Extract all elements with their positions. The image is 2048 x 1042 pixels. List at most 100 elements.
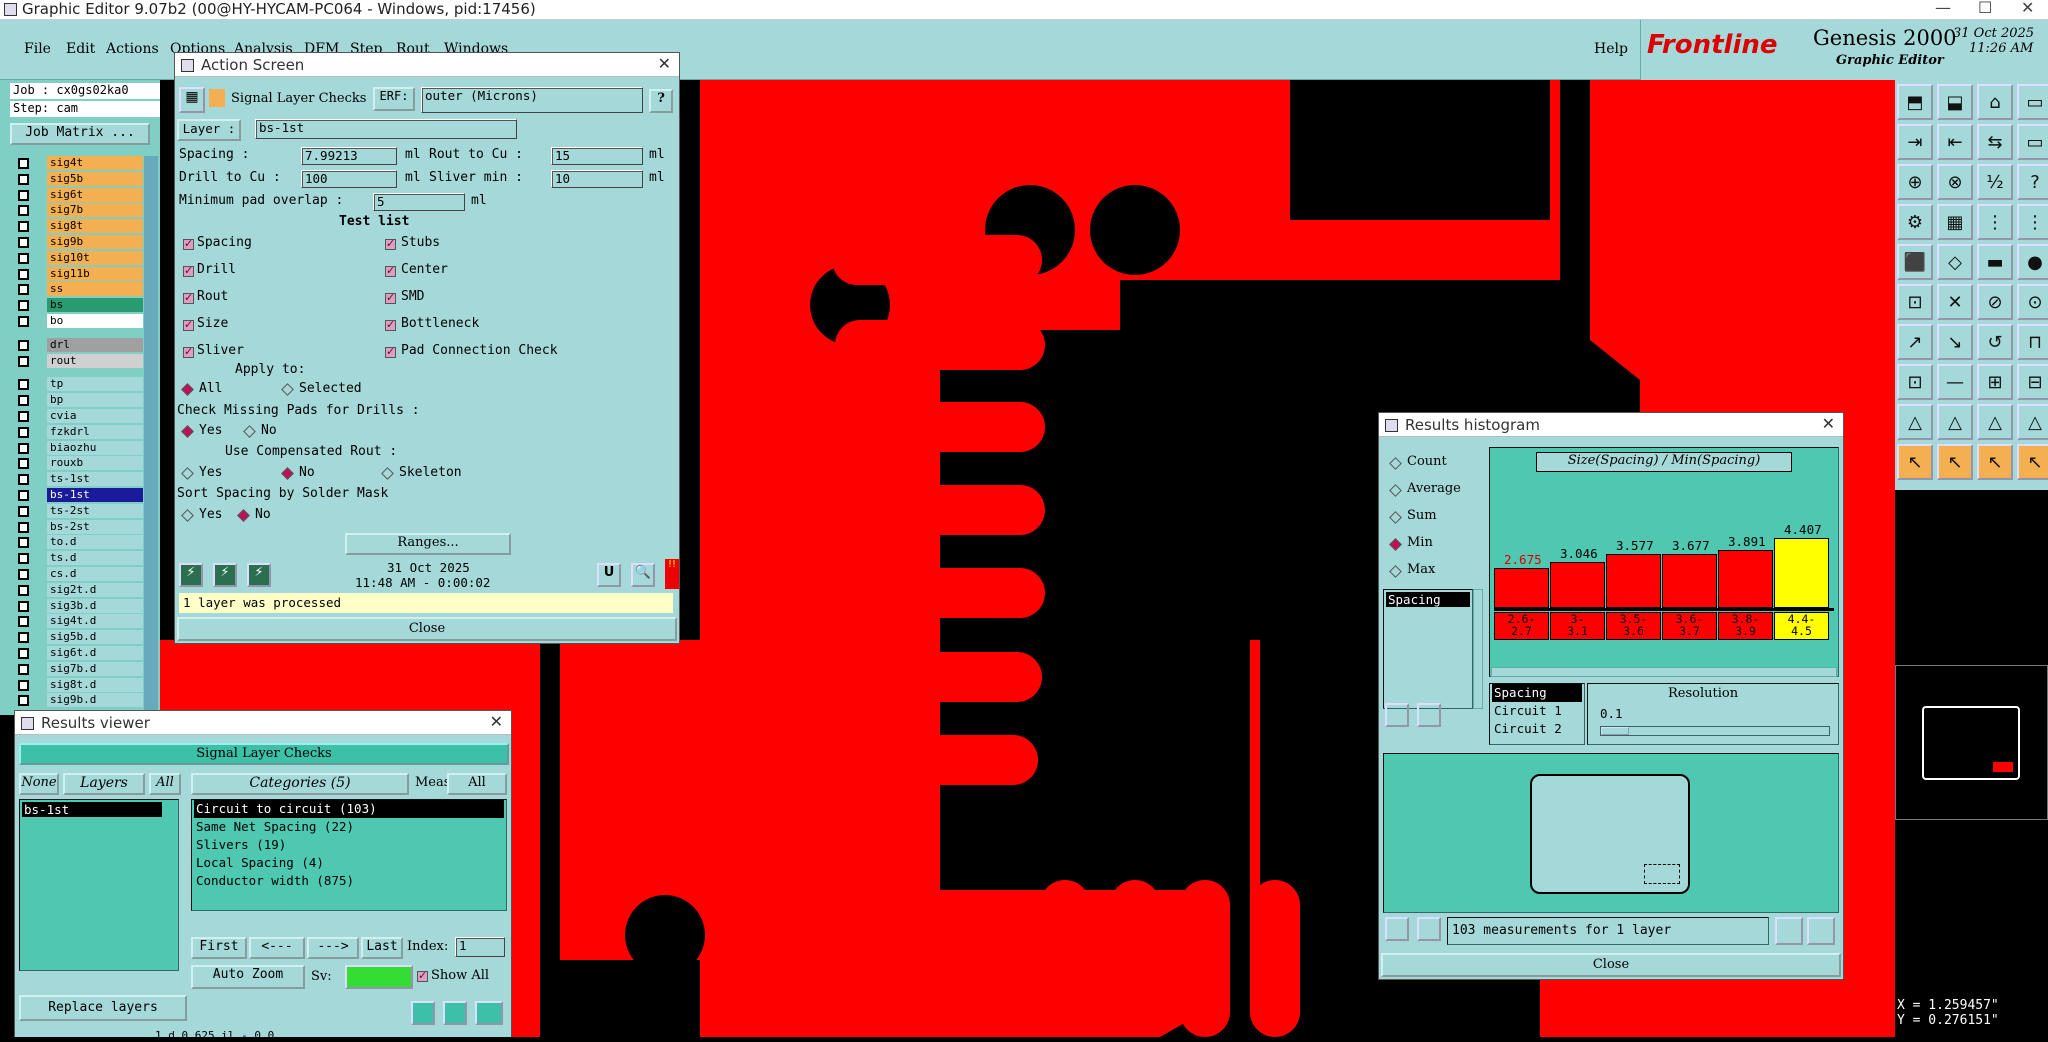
comp-no-radio[interactable] xyxy=(281,467,294,480)
histogram-bar[interactable] xyxy=(1550,562,1605,608)
sort-no-radio[interactable] xyxy=(237,509,250,522)
apply-all-radio[interactable] xyxy=(181,383,194,396)
layer-checkbox[interactable] xyxy=(18,379,29,391)
test-checkbox[interactable] xyxy=(183,291,194,304)
next-button[interactable]: ---> xyxy=(307,937,359,959)
close-button[interactable]: ✕ xyxy=(2021,0,2034,17)
layer-checkbox[interactable] xyxy=(18,553,29,565)
histogram-list-item[interactable]: Spacing xyxy=(1386,592,1470,607)
test-checkbox[interactable] xyxy=(385,291,396,304)
toolbar-tool-icon[interactable]: ● xyxy=(2017,244,2048,280)
results-action-icon-1[interactable] xyxy=(411,1001,435,1025)
show-all-checkbox[interactable] xyxy=(417,969,428,982)
category-item[interactable]: Circuit to circuit (103) xyxy=(194,800,504,818)
histogram-bar[interactable] xyxy=(1606,554,1661,608)
histogram-bar[interactable] xyxy=(1774,538,1829,608)
hist-action-icon-1[interactable] xyxy=(1385,703,1409,727)
toolbar-tool-icon[interactable]: ⚙ xyxy=(1897,204,1933,240)
overlap-field[interactable]: 5 xyxy=(373,193,465,211)
layer-checkbox[interactable] xyxy=(18,411,29,422)
toolbar-tool-icon[interactable]: ⬓ xyxy=(1937,84,1973,120)
toolbar-tool-icon[interactable]: ↺ xyxy=(1977,324,2013,360)
layer-checkbox[interactable] xyxy=(18,490,29,501)
toolbar-tool-icon[interactable]: ⬛ xyxy=(1897,244,1933,280)
menu-edit[interactable]: Edit xyxy=(66,41,95,57)
toolbar-tool-icon[interactable]: — xyxy=(1937,364,1973,400)
menu-actions[interactable]: Actions xyxy=(106,41,159,57)
layers-button[interactable]: Layers xyxy=(63,773,145,795)
layer-checkbox[interactable] xyxy=(18,221,29,233)
run-icon[interactable]: ⚡ xyxy=(179,563,203,587)
toolbar-tool-icon[interactable]: △ xyxy=(1937,404,1973,440)
menu-file[interactable]: File xyxy=(24,41,51,57)
mode-radio[interactable] xyxy=(1389,538,1402,551)
category-item[interactable]: Local Spacing (4) xyxy=(194,854,504,872)
toolbar-tool-icon[interactable]: ◇ xyxy=(1937,244,1973,280)
erf-button[interactable]: ERF: xyxy=(373,87,415,111)
layer-checkbox[interactable] xyxy=(18,205,29,217)
missing-no-radio[interactable] xyxy=(243,425,256,438)
mode-radio[interactable] xyxy=(1389,565,1402,578)
layer-checkbox[interactable] xyxy=(18,648,29,659)
drill-field[interactable]: 100 xyxy=(301,170,397,188)
toolbar-tool-icon[interactable]: ⇥ xyxy=(1897,124,1933,160)
layer-checkbox[interactable] xyxy=(18,189,29,201)
category-item[interactable]: Conductor width (875) xyxy=(194,872,504,890)
toolbar-tool-icon[interactable]: ⊡ xyxy=(1897,284,1933,320)
hist-export-icon-2[interactable] xyxy=(1807,917,1835,945)
toolbar-tool-icon[interactable]: ⊗ xyxy=(1937,164,1973,200)
test-checkbox[interactable] xyxy=(385,264,396,277)
toolbar-tool-icon[interactable]: △ xyxy=(1897,404,1933,440)
layer-checkbox[interactable] xyxy=(18,395,29,407)
menu-help[interactable]: Help xyxy=(1594,41,1628,57)
test-checkbox[interactable] xyxy=(385,318,396,331)
toolbar-tool-icon[interactable]: ⬒ xyxy=(1897,84,1933,120)
toolbar-tool-icon[interactable]: ⊡ xyxy=(1897,364,1933,400)
histogram-bar[interactable] xyxy=(1494,568,1549,608)
layer-checkbox[interactable] xyxy=(18,237,29,248)
toolbar-tool-icon[interactable]: ? xyxy=(2017,164,2048,200)
comp-yes-radio[interactable] xyxy=(181,467,194,480)
sort-yes-radio[interactable] xyxy=(181,509,194,522)
apply-selected-radio[interactable] xyxy=(281,383,294,396)
results-close-icon[interactable]: ✕ xyxy=(490,712,503,731)
sort-list-item[interactable]: Circuit 1 xyxy=(1492,702,1582,720)
hist-export-icon-1[interactable] xyxy=(1775,917,1803,945)
layer-checkbox[interactable] xyxy=(18,521,29,533)
layer-checkbox[interactable] xyxy=(18,316,29,327)
overview-map[interactable] xyxy=(1895,665,2048,820)
resolution-slider[interactable] xyxy=(1600,726,1830,736)
layer-checkbox[interactable] xyxy=(18,505,29,517)
layer-checkbox[interactable] xyxy=(18,695,29,707)
toolbar-tool-icon[interactable]: ↖ xyxy=(2017,444,2048,480)
layer-checkbox[interactable] xyxy=(18,584,29,596)
results-action-icon-3[interactable] xyxy=(475,1001,503,1025)
layer-checkbox[interactable] xyxy=(18,458,29,470)
none-button[interactable]: None xyxy=(19,773,59,795)
hist-bottom-icon-2[interactable] xyxy=(1417,917,1441,941)
job-matrix-button[interactable]: Job Matrix ... xyxy=(10,123,150,145)
first-button[interactable]: First xyxy=(191,937,247,959)
sort-list-item[interactable]: Spacing xyxy=(1492,684,1582,702)
toolbar-tool-icon[interactable]: ↖ xyxy=(1937,444,1973,480)
layer-checkbox[interactable] xyxy=(18,616,29,628)
test-checkbox[interactable] xyxy=(183,318,194,331)
layer-checkbox[interactable] xyxy=(18,600,29,612)
histogram-close-button[interactable]: Close xyxy=(1381,953,1841,977)
ranges-button[interactable]: Ranges... xyxy=(345,533,511,555)
layer-checkbox[interactable] xyxy=(18,355,29,367)
layer-checkbox[interactable] xyxy=(18,284,29,296)
sv-color-dropdown[interactable] xyxy=(345,965,413,989)
undo-icon[interactable]: U xyxy=(597,563,621,587)
last-button[interactable]: Last xyxy=(361,937,403,959)
toolbar-tool-icon[interactable]: ↘ xyxy=(1937,324,1973,360)
toolbar-tool-icon[interactable]: ↖ xyxy=(1977,444,2013,480)
toolbar-tool-icon[interactable]: ⊟ xyxy=(2017,364,2048,400)
toolbar-tool-icon[interactable]: ▭ xyxy=(2017,124,2048,160)
toolbar-tool-icon[interactable]: ⇆ xyxy=(1977,124,2013,160)
toolbar-tool-icon[interactable]: ⊘ xyxy=(1977,284,2013,320)
layer-checkbox[interactable] xyxy=(18,537,29,549)
layer-button[interactable]: Layer : xyxy=(177,119,241,141)
toolbar-tool-icon[interactable]: △ xyxy=(2017,404,2048,440)
layer-checkbox[interactable] xyxy=(18,426,29,438)
